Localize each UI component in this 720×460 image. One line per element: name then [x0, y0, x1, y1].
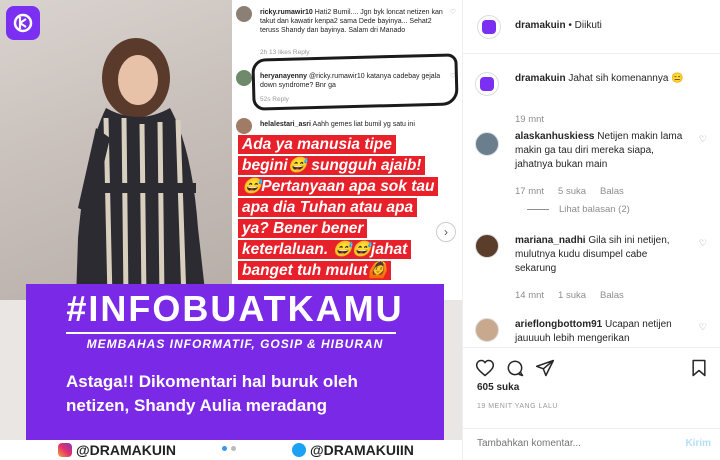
screenshot-comment-user: ricky.rumawir10 — [260, 9, 313, 16]
comment-user[interactable]: mariana_nadhi — [515, 235, 586, 246]
avatar — [236, 118, 252, 134]
comment-user[interactable]: arieflongbottom91 — [515, 319, 602, 330]
comment-user[interactable]: alaskanhuskiess — [515, 131, 595, 142]
replies-line — [527, 209, 549, 210]
twitter-handle: @DRAMAKUIIN — [292, 442, 414, 458]
caption-line: banget tuh mulut🙆 — [238, 261, 392, 280]
avatar[interactable] — [477, 15, 501, 39]
comment-input[interactable] — [477, 438, 667, 449]
banner-subtitle: MEMBAHAS INFORMATIF, GOSIP & HIBURAN — [86, 337, 384, 351]
info-banner: #INFOBUATKAMU MEMBAHAS INFORMATIF, GOSIP… — [26, 284, 444, 442]
comment-time[interactable]: 14 mnt — [515, 290, 544, 301]
caption-line: Ada ya manusia tipe — [238, 135, 396, 154]
carousel-dots — [222, 446, 236, 451]
banner-headline: Astaga!! Dikomentari hal buruk oleh neti… — [66, 372, 358, 415]
screenshot-comment-text: Aahh gemes liat bumil yg satu ini — [312, 121, 415, 128]
post-timestamp: 19 MENIT YANG LALU — [477, 403, 558, 410]
comment-meta: 19 mnt — [515, 114, 544, 125]
caption-line: apa dia Tuhan atau apa — [238, 198, 418, 217]
comment-likes[interactable]: 1 suka — [558, 290, 586, 301]
highlight-circle — [251, 53, 459, 111]
header-separator: • — [568, 20, 572, 31]
share-icon[interactable] — [535, 358, 555, 378]
avatar — [236, 6, 252, 22]
chevron-right-icon[interactable]: › — [436, 222, 456, 242]
comment-time[interactable]: 19 mnt — [515, 114, 544, 125]
post-comment-button[interactable]: Kirim — [685, 438, 711, 449]
caption-line: 😅Pertanyaan apa sok tau — [238, 177, 439, 196]
likes-count[interactable]: 605 suka — [477, 382, 519, 393]
post-header: dramakuin • Diikuti — [463, 0, 720, 54]
reply-button[interactable]: Balas — [600, 186, 624, 197]
caption-line: ya? Bener bener — [238, 219, 368, 238]
banner-divider — [66, 332, 396, 334]
header-username[interactable]: dramakuin — [515, 20, 566, 31]
heart-icon[interactable]: ♡ — [699, 238, 707, 249]
screenshot-comment-user: helalestari_asri — [260, 121, 311, 128]
follow-status[interactable]: Diikuti — [575, 20, 602, 31]
comment-user[interactable]: dramakuin — [515, 73, 566, 84]
heart-icon[interactable] — [475, 358, 495, 378]
post-image[interactable]: ricky.rumawir10 Hati2 Bumil.... Jgn byk … — [0, 0, 462, 460]
caption-line: keterlaluan. 😅😅jahat — [238, 240, 412, 259]
post-actions: 605 suka 19 MENIT YANG LALU Kirim — [463, 347, 720, 460]
view-replies-text: Lihat balasan (2) — [559, 204, 630, 215]
instagram-post-view: ricky.rumawir10 Hati2 Bumil.... Jgn byk … — [0, 0, 720, 460]
instagram-icon — [58, 443, 72, 457]
banner-title: #INFOBUATKAMU — [66, 288, 404, 329]
dramakuin-logo — [6, 6, 40, 40]
avatar[interactable] — [475, 318, 499, 342]
instagram-handle-text: @DRAMAKUIN — [76, 442, 176, 458]
twitter-icon — [292, 443, 306, 457]
heart-icon[interactable]: ♡ — [699, 134, 707, 145]
twitter-handle-text: @DRAMAKUIIN — [310, 442, 414, 458]
reply-button[interactable]: Balas — [600, 290, 624, 301]
avatar[interactable] — [475, 234, 499, 258]
screenshot-comment-meta: 2h 13 likes Reply — [260, 49, 310, 56]
post-sidebar: dramakuin • Diikuti dramakuin Jahat sih … — [462, 0, 720, 460]
instagram-handle: @DRAMAKUIN — [58, 442, 176, 458]
header-user-line: dramakuin • Diikuti — [515, 20, 602, 31]
red-caption: Ada ya manusia tipe begini😅 sungguh ajai… — [238, 135, 456, 282]
comment-time[interactable]: 17 mnt — [515, 186, 544, 197]
comment-meta: 14 mnt 1 suka Balas — [515, 290, 624, 301]
bookmark-icon[interactable] — [689, 358, 709, 378]
add-comment-bar: Kirim — [463, 428, 720, 460]
view-replies-button[interactable]: Lihat balasan (2) — [527, 204, 630, 215]
woman-photo — [76, 38, 206, 300]
avatar[interactable] — [475, 72, 499, 96]
carousel-dot — [231, 446, 236, 451]
comment-meta: 17 mnt 5 suka Balas — [515, 186, 624, 197]
comment-text: Jahat sih komenannya 😑 — [568, 73, 684, 84]
caption-line: begini😅 sungguh ajaib! — [238, 156, 426, 175]
comment-likes[interactable]: 5 suka — [558, 186, 586, 197]
heart-icon[interactable]: ♡ — [699, 322, 707, 333]
carousel-dot — [222, 446, 227, 451]
avatar — [236, 70, 252, 86]
comment-icon[interactable] — [505, 358, 525, 378]
avatar[interactable] — [475, 132, 499, 156]
heart-icon: ♡ — [449, 9, 456, 16]
